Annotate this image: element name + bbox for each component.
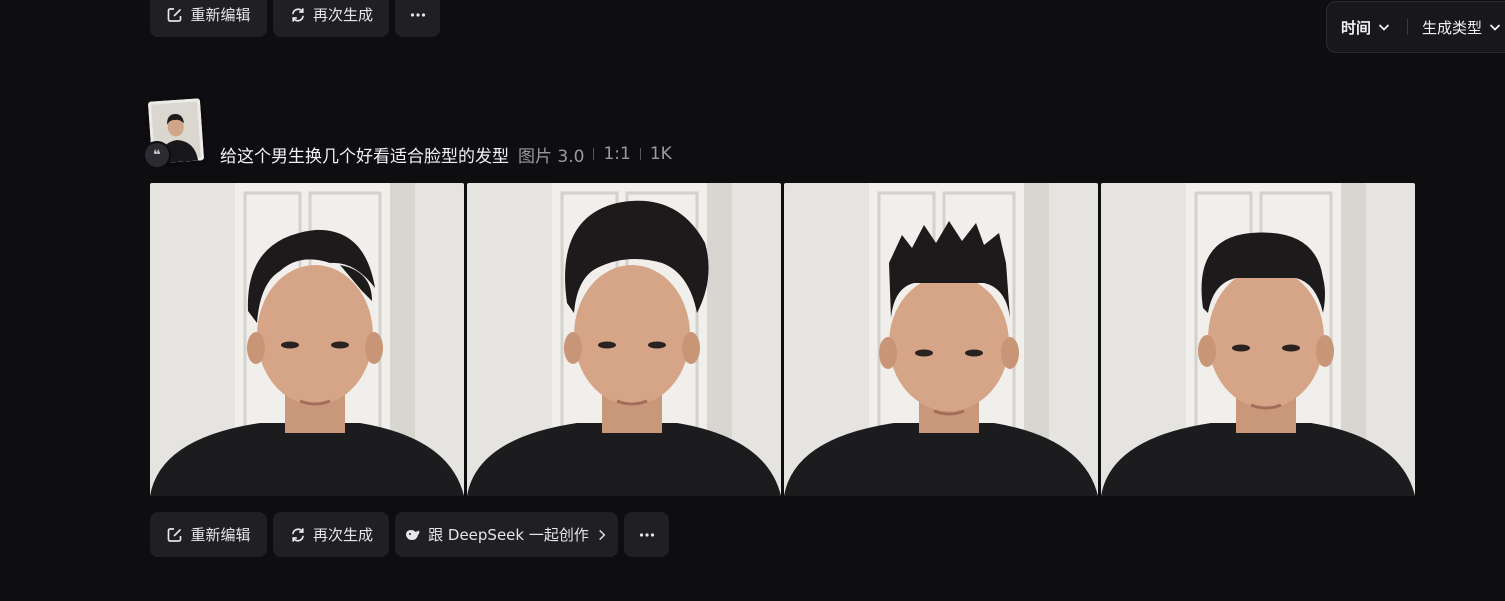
prompt-line: 给这个男生换几个好看适合脸型的发型 图片 3.0 1:1 1K (220, 142, 672, 167)
edit-button-label: 重新编辑 (190, 526, 251, 544)
regenerate-button-top[interactable]: 再次生成 (273, 0, 389, 37)
time-filter-dropdown[interactable]: 时间 (1341, 17, 1391, 38)
model-label: 图片 3.0 (518, 146, 585, 167)
edit-icon (168, 7, 182, 22)
refresh-icon (292, 527, 304, 542)
ratio-label: 1:1 (603, 144, 631, 164)
generated-image-2[interactable] (467, 183, 781, 496)
edit-button[interactable]: 重新编辑 (150, 512, 267, 557)
chevron-right-icon (599, 529, 606, 540)
time-filter-label: 时间 (1341, 18, 1372, 37)
type-filter-label: 生成类型 (1422, 18, 1483, 37)
edit-button-label: 重新编辑 (190, 6, 251, 24)
regenerate-button-label: 再次生成 (312, 526, 373, 544)
more-icon (639, 532, 654, 537)
deepseek-button-label: 跟 DeepSeek 一起创作 (428, 526, 589, 544)
portrait-image (150, 183, 464, 496)
filter-divider (1407, 19, 1409, 35)
type-filter-dropdown[interactable]: 生成类型 (1422, 17, 1502, 38)
deepseek-create-button[interactable]: 跟 DeepSeek 一起创作 (395, 512, 618, 557)
portrait-image (467, 183, 781, 496)
meta-divider (593, 148, 595, 160)
prompt-text[interactable]: 给这个男生换几个好看适合脸型的发型 (220, 142, 509, 167)
meta-divider (639, 148, 641, 160)
generated-image-1[interactable] (150, 183, 464, 496)
more-icon (410, 12, 425, 17)
edit-icon (168, 527, 182, 542)
edit-button-top[interactable]: 重新编辑 (150, 0, 267, 37)
refresh-icon (292, 7, 304, 22)
portrait-image (784, 183, 1098, 496)
regenerate-button[interactable]: 再次生成 (273, 512, 389, 557)
resolution-label: 1K (649, 144, 672, 164)
more-button[interactable] (624, 512, 669, 557)
generated-image-3[interactable] (784, 183, 1098, 496)
chevron-down-icon (1378, 24, 1390, 31)
deepseek-whale-icon (406, 529, 420, 540)
filter-bar: 时间 生成类型 (1326, 1, 1505, 53)
generated-image-4[interactable] (1101, 183, 1415, 496)
portrait-image (1101, 183, 1415, 496)
more-button-top[interactable] (395, 0, 440, 37)
regenerate-button-label: 再次生成 (312, 6, 373, 24)
quote-icon: ❝ (143, 141, 171, 169)
chevron-down-icon (1489, 24, 1501, 31)
